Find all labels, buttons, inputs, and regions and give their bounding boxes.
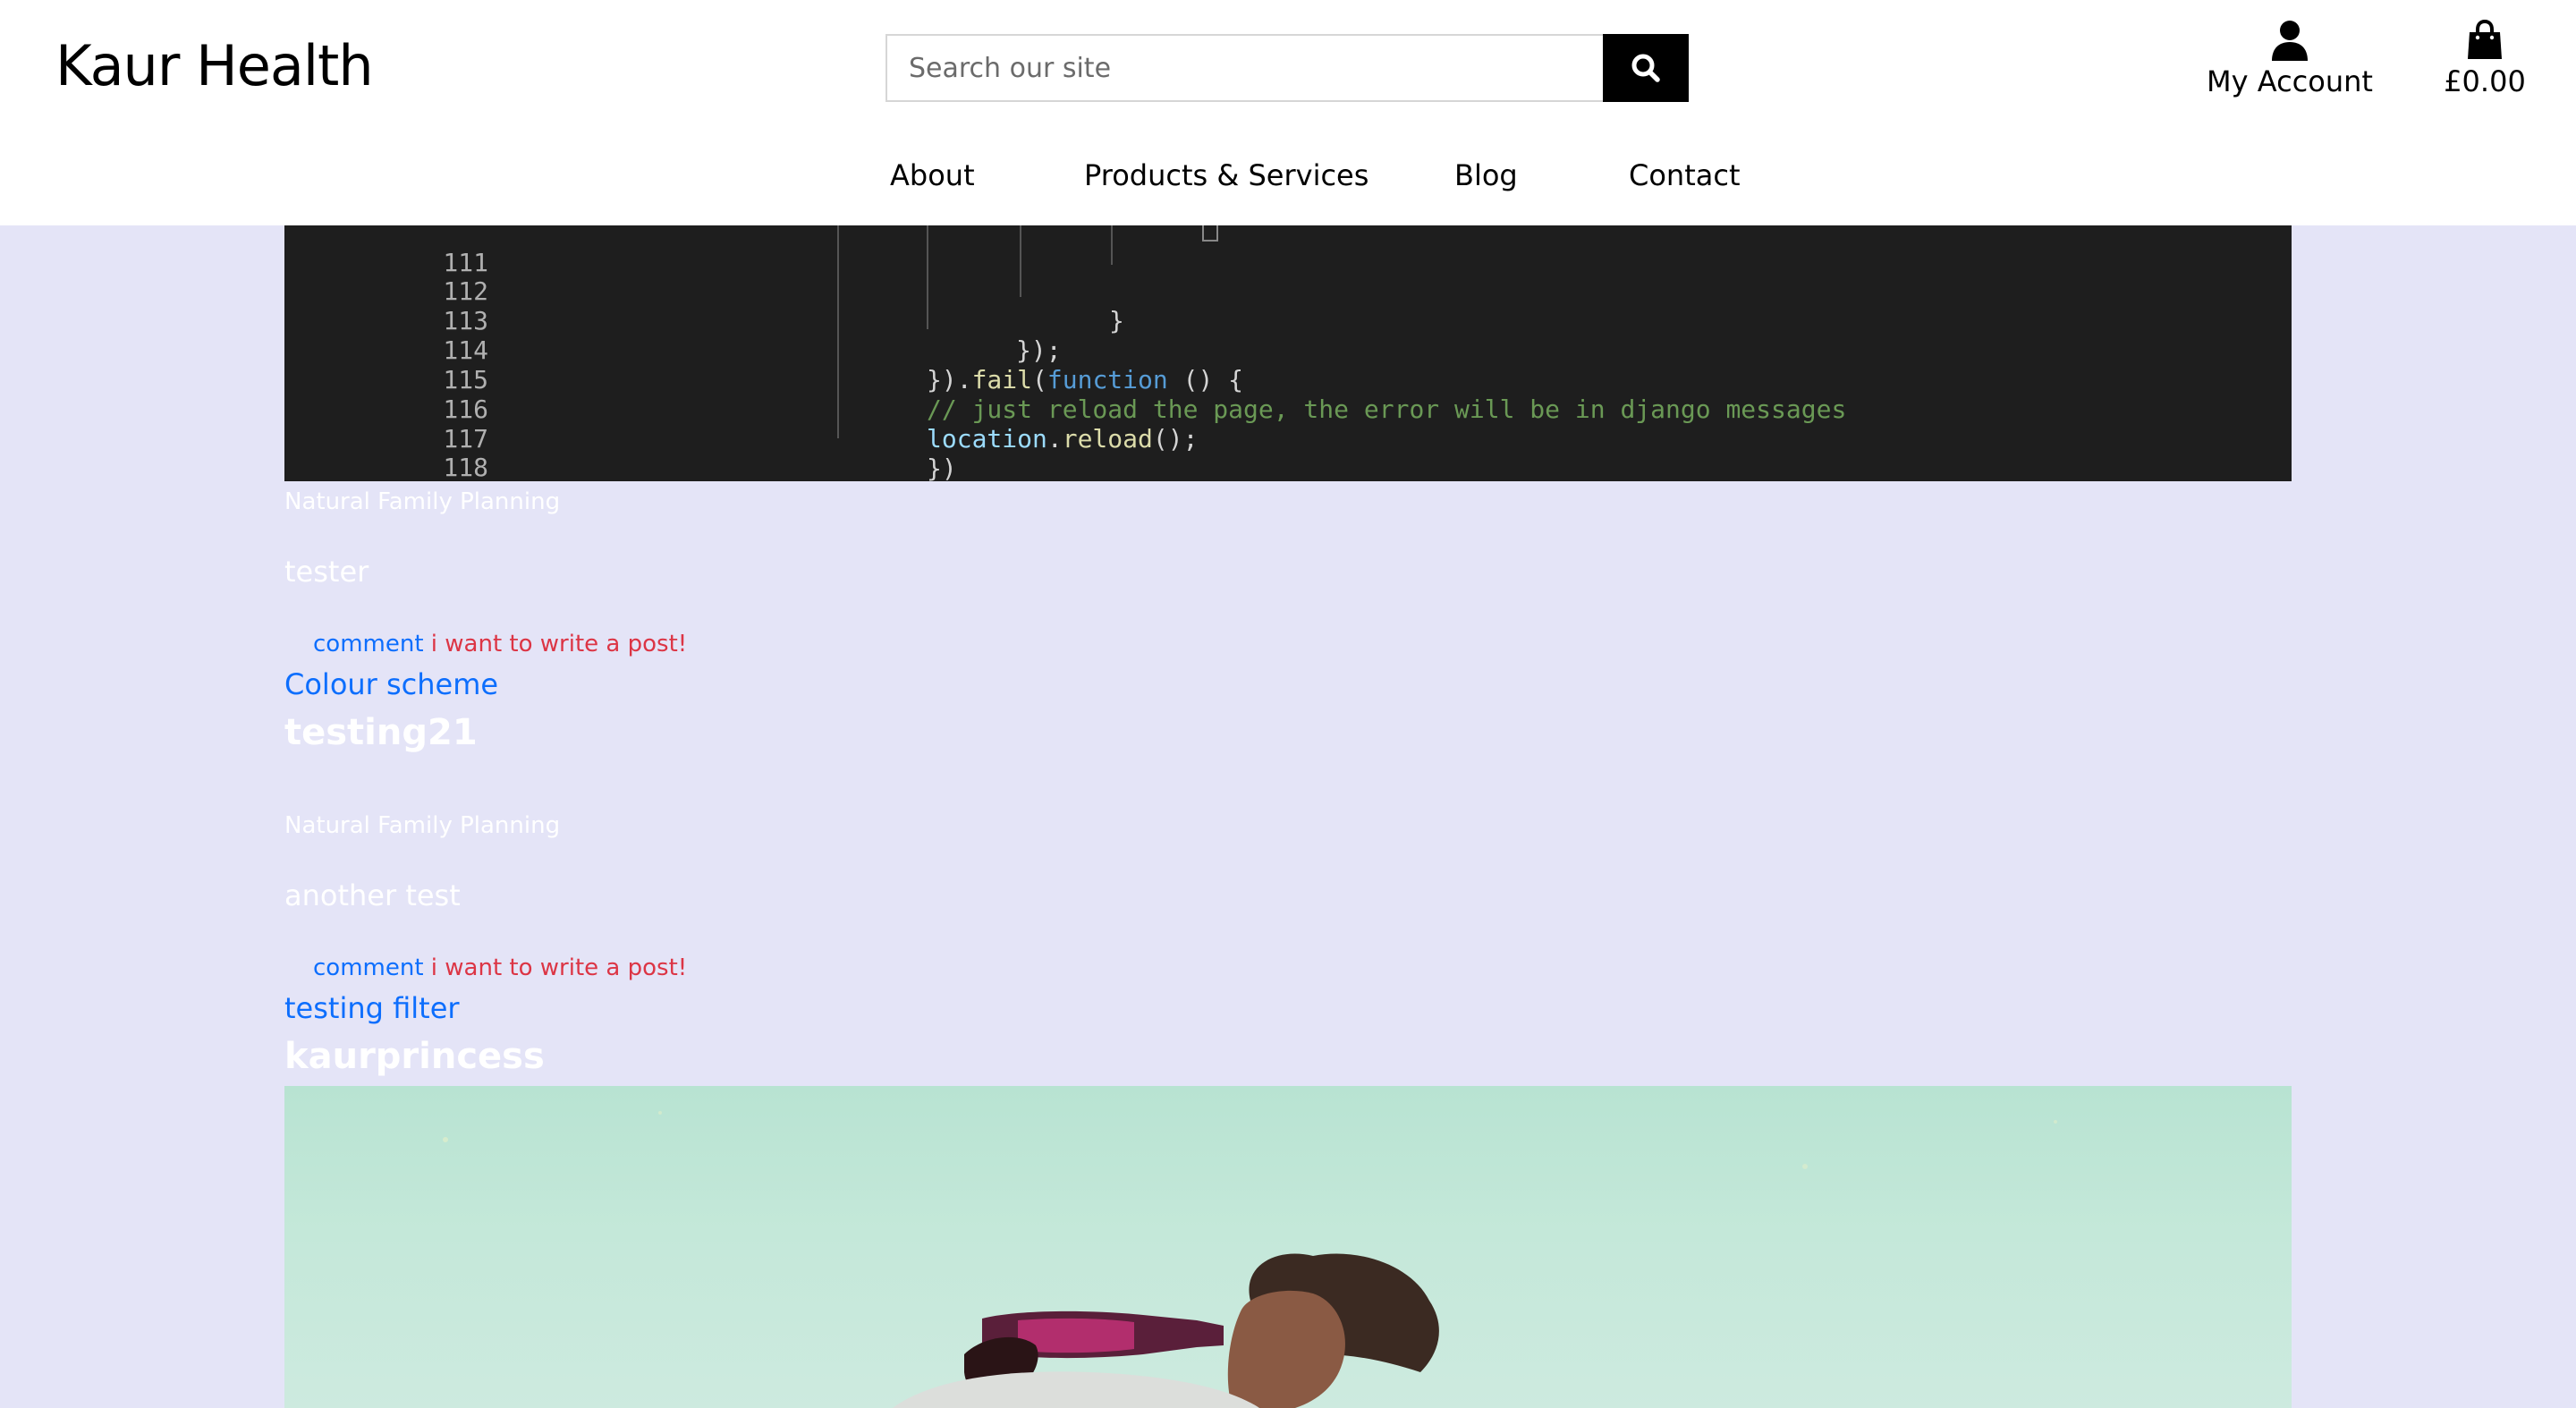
nav-item-contact[interactable]: Contact <box>1629 154 1741 197</box>
code-line: 118 }); <box>284 423 2292 481</box>
user-icon <box>2272 21 2308 61</box>
post-category: Natural Family Planning <box>284 488 561 515</box>
logo-brand: Kaur <box>55 33 180 98</box>
code-line: 117 }) <box>284 394 2292 481</box>
site-logo[interactable]: Kaur Health <box>55 29 374 104</box>
code-line: 115 // just reload the page, the error w… <box>284 335 2292 424</box>
search-button[interactable] <box>1603 34 1689 102</box>
post-title: another test <box>284 878 461 912</box>
basket-total: £0.00 <box>2444 64 2526 98</box>
site-header: Kaur Health My Account £0.00 About Produ… <box>0 0 2576 225</box>
post-image <box>284 1086 2292 1408</box>
comment-link[interactable]: comment <box>313 631 424 657</box>
search-form <box>886 34 1689 102</box>
nav-item-products-services[interactable]: Products & Services <box>1084 154 1368 197</box>
logo-suffix: Health <box>179 33 374 98</box>
my-account-label: My Account <box>2207 64 2373 98</box>
shopping-bag-icon <box>2468 20 2502 59</box>
post-category: Natural Family Planning <box>284 812 561 839</box>
code-line: 116 location.reload(); <box>284 365 2292 454</box>
code-line: 114 }).fail(function () { <box>284 306 2292 394</box>
main-nav: About Products & Services Blog Contact <box>0 154 2576 197</box>
code-line: 112 } <box>284 247 2292 335</box>
search-icon <box>1631 54 1660 82</box>
post-actions: comment i want to write a post! <box>313 631 687 657</box>
write-post-link[interactable]: i want to write a post! <box>431 954 687 981</box>
post-actions: comment i want to write a post! <box>313 954 687 981</box>
code-line: 113 }); <box>284 276 2292 365</box>
code-line: 119 <box>284 453 2292 481</box>
post-heading-link[interactable]: testing filter <box>284 991 460 1025</box>
nav-item-about[interactable]: About <box>890 154 975 197</box>
my-account-link[interactable]: My Account <box>2200 20 2379 109</box>
post-heading-link[interactable]: Colour scheme <box>284 667 498 701</box>
nav-item-blog[interactable]: Blog <box>1454 154 1518 197</box>
post-author: kaurprincess <box>284 1036 545 1077</box>
shopping-bag-link[interactable]: £0.00 <box>2431 20 2538 109</box>
post-title: tester <box>284 555 369 589</box>
comment-link[interactable]: comment <box>313 954 424 981</box>
search-input[interactable] <box>886 34 1605 102</box>
post-author: testing21 <box>284 712 478 753</box>
write-post-link[interactable]: i want to write a post! <box>431 631 687 657</box>
woman-drinking-photo <box>443 1111 2057 1408</box>
